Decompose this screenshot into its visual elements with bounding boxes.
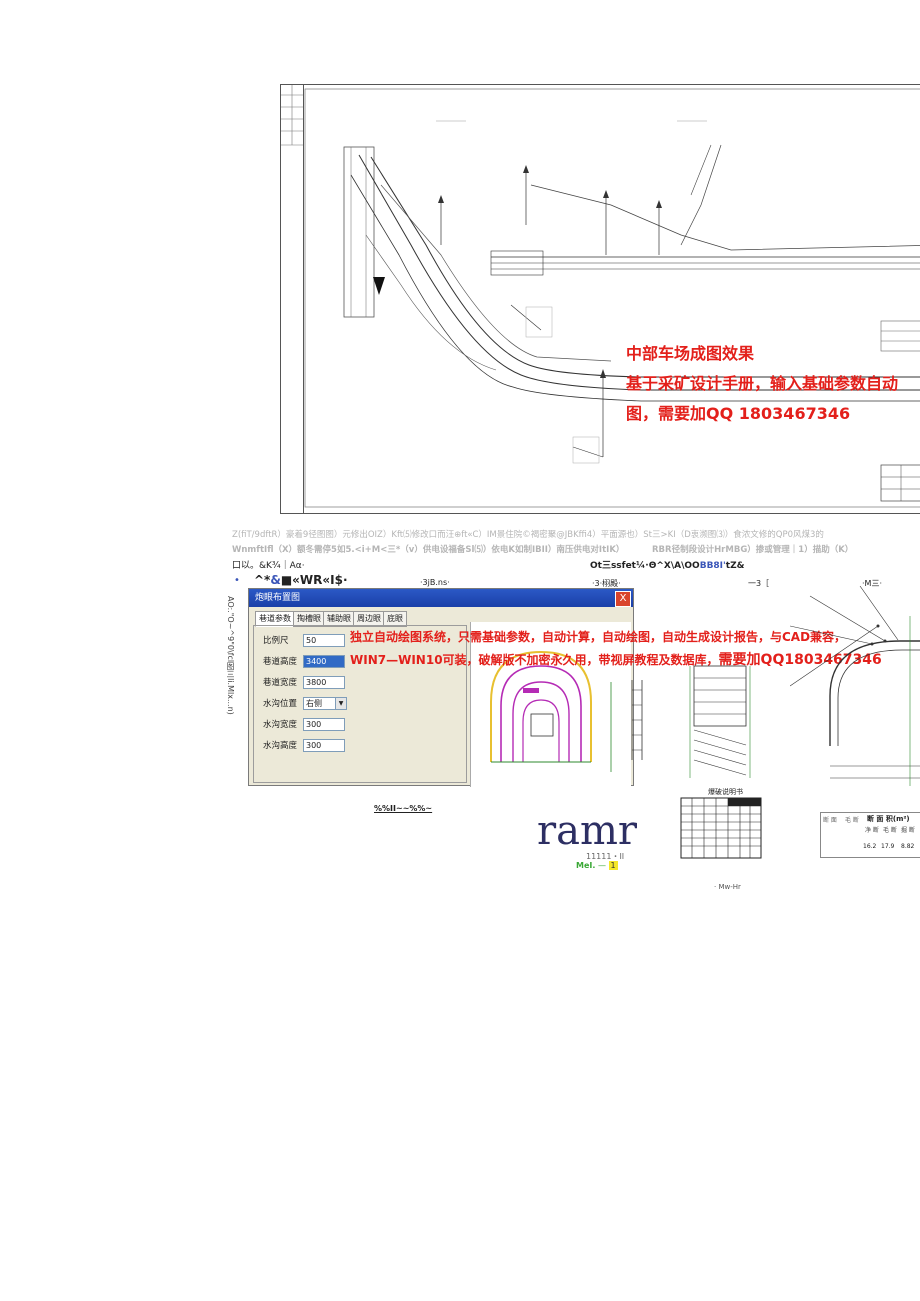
roadway-width-label: 巷道宽度	[263, 678, 298, 688]
row-label-a: ^*&■«WR«I$·	[254, 573, 348, 587]
row-label-a3: ■«WR«I$·	[280, 573, 348, 587]
arch-section-drawing	[790, 586, 920, 786]
tunnel-preview-drawing	[490, 650, 612, 772]
area-cell-2: 毛 断	[883, 827, 897, 834]
dialog-title: 炮眼布置图	[249, 589, 633, 607]
row-label-a1: ^*	[254, 573, 271, 587]
row-label-a2: &	[270, 573, 281, 587]
green-label-row: MeI. — 1	[576, 861, 618, 870]
scale-input[interactable]: 50	[303, 634, 345, 647]
blasting-table	[680, 797, 762, 859]
area-table-title: 断 面 积(m²)	[867, 815, 910, 823]
ditch-depth-label: 水沟高度	[263, 741, 298, 751]
big-word: ramr	[537, 808, 638, 854]
ditch-position-select[interactable]: 右侧	[303, 697, 337, 710]
cad-linework	[304, 88, 920, 508]
roadway-height-label: 巷道高度	[263, 657, 298, 667]
ditch-width-input[interactable]: 300	[303, 718, 345, 731]
area-cell-5: 17.9	[881, 843, 895, 850]
drawing-overlay-title: 中部车场成图效果	[626, 344, 755, 363]
side-vertical-text: AO:."O~^9"0\fcl图三li.Mlx...n)	[226, 596, 235, 715]
row-label-d: 一3［	[748, 579, 770, 588]
drawing-overlay-line3: 图，需要加QQ 1803467346	[626, 404, 851, 423]
area-cell-6: 8.82	[901, 843, 915, 850]
caption-menu-line2: WnmftIfl（X）额冬需停5如5.<i+M<三*（v）供电设福备Sl⑸）依电…	[232, 545, 625, 555]
mw-label: · Mw-Hr	[714, 883, 741, 891]
ditch-width-label: 水沟宽度	[263, 720, 298, 730]
cross-section-drawing	[689, 665, 751, 778]
scale-label: 比例尺	[263, 636, 289, 646]
yellow-mark: 1	[608, 861, 618, 870]
promo-line1: 独立自动绘图系统，只需基础参数，自动计算，自动绘图，自动生成设计报告，与CAD兼…	[350, 630, 847, 644]
ditch-depth-input[interactable]: 300	[303, 739, 345, 752]
chevron-down-icon[interactable]: ▼	[335, 697, 347, 710]
row-label-b: ·3jB.ns·	[420, 578, 450, 587]
area-cell-4: 16.2	[863, 843, 877, 850]
drawing-overlay-line2: 基于采矿设计手册，输入基础参数自动	[626, 374, 899, 393]
ditch-position-label: 水沟位置	[263, 699, 298, 709]
caption-line3b-b: BB8I'	[699, 561, 726, 571]
area-table: 断 面 毛 断 断 面 积(m²) 净 断 毛 断 掘 断 16.2 17.9 …	[820, 812, 920, 858]
tunnel-preview	[470, 622, 631, 787]
caption-line3: 口以。&K¾｜Aα·	[232, 561, 305, 571]
green-label: MeI.	[576, 861, 596, 870]
cad-drawing-sheet: 中部车场成图效果 基于采矿设计手册，输入基础参数自动 图，需要加QQ 18034…	[280, 84, 920, 514]
underline-label: %%II~~%%~	[374, 804, 433, 813]
area-table-left: 断 面	[823, 817, 837, 824]
blasting-table-title: 爆破说明书	[708, 788, 743, 796]
caption-menu-line1: Z(fiT/9dftR）豪着9径图图）元修出OIZ）Kft⑸修改口而汪⊕ft«C…	[232, 530, 824, 540]
caption-line3b: Ot三ssfet¼·Θ^X\A\OOBB8I'tZ&	[590, 558, 744, 571]
caption-menu-line2b: RBR径制段设计HrMBG）掺或管理｜1）描助（K）	[652, 545, 854, 555]
wall-section-drawing	[631, 680, 643, 760]
roadway-height-input[interactable]: 3400	[303, 655, 345, 668]
caption-line3b-a: Ot三ssfet¼·Θ^X\A\OO	[590, 561, 700, 571]
area-cell-1: 净 断	[865, 827, 879, 834]
caption-line3b-c: tZ&	[725, 561, 745, 571]
green-dash: —	[597, 861, 606, 870]
area-table-mid: 毛 断	[845, 817, 859, 824]
roadway-width-input[interactable]: 3800	[303, 676, 345, 689]
area-cell-3: 掘 断	[901, 827, 915, 834]
bullet-mark: •	[234, 575, 240, 586]
close-button[interactable]: X	[615, 591, 631, 607]
promo-line2-a: WIN7—WIN10可装，破解版不加密永久用，带视屏教程及数据库，	[350, 653, 719, 667]
